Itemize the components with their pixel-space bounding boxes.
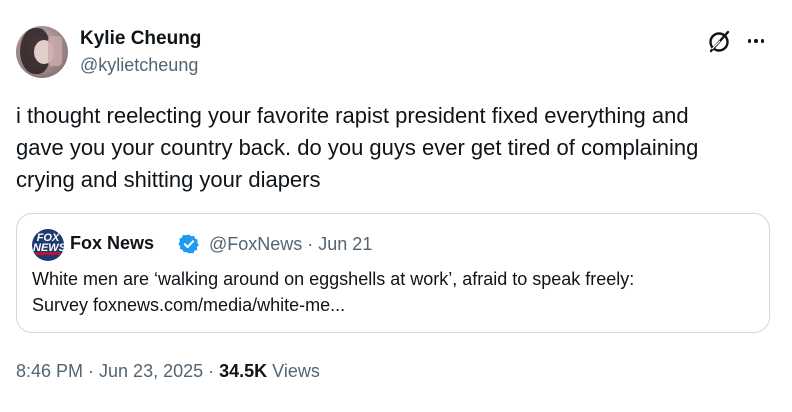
verified-badge-icon	[178, 234, 199, 254]
quoted-tweet-text: White men are ‘walking around on eggshel…	[32, 269, 635, 315]
views-label: Views	[267, 361, 320, 381]
author-avatar[interactable]	[16, 26, 68, 78]
tweet-timestamp[interactable]: 8:46 PM · Jun 23, 2025 ·	[16, 361, 219, 381]
tweet-card: Kylie Cheung @kylietcheung i thought ree…	[0, 0, 792, 412]
quoted-avatar-logo-text: FOX NEWS	[33, 232, 64, 254]
author-display-name[interactable]: Kylie Cheung	[80, 28, 201, 50]
author-handle[interactable]: @kylietcheung	[80, 55, 198, 76]
quoted-tweet-meta[interactable]: @FoxNews · Jun 21	[209, 234, 372, 255]
tweet-text: i thought reelecting your favorite rapis…	[16, 103, 699, 192]
grok-icon[interactable]	[706, 29, 732, 55]
quoted-author-name[interactable]: Fox News	[70, 233, 154, 254]
quoted-author-avatar[interactable]: FOX NEWS	[32, 229, 64, 261]
views-count: 34.5K	[219, 361, 268, 381]
quoted-tweet[interactable]: FOX NEWS Fox News @FoxNews · Jun 21 Whit…	[16, 213, 770, 333]
tweet-footer: 8:46 PM · Jun 23, 2025 · 34.5K Views	[16, 361, 320, 382]
more-options-icon[interactable]	[744, 30, 768, 52]
